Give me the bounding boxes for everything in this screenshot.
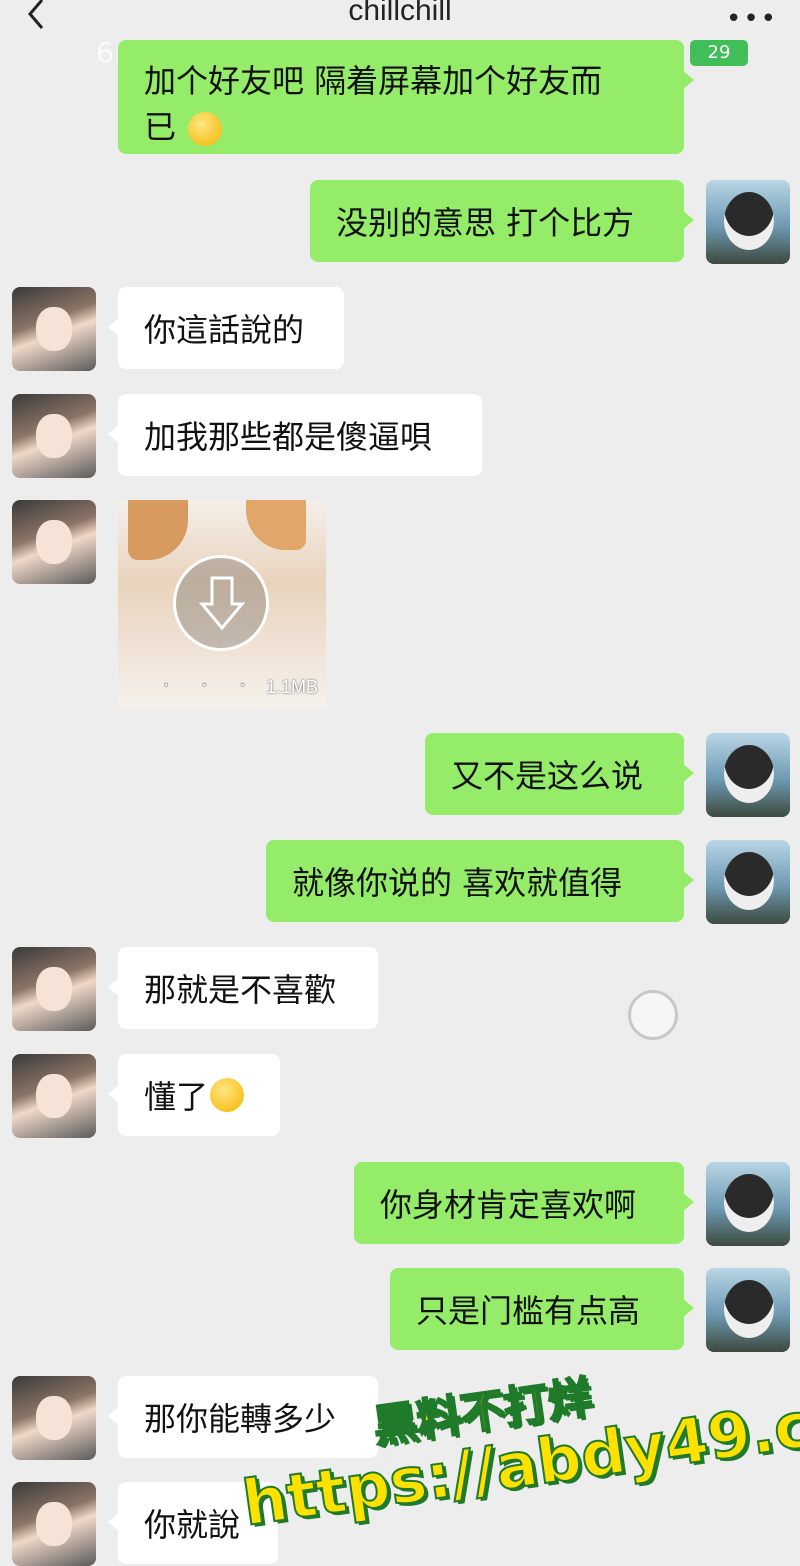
floating-assist-icon[interactable]	[628, 990, 678, 1040]
message-bubble-sent[interactable]: 又不是这么说	[425, 733, 694, 815]
message-bubble-sent[interactable]: 只是门槛有点高	[390, 1268, 694, 1350]
more-options-icon[interactable]: •••	[726, 4, 778, 34]
message-text: 懂了	[144, 1078, 209, 1116]
message-bubble-received[interactable]: 那就是不喜歡	[108, 947, 378, 1029]
message-bubble-sent[interactable]: 你身材肯定喜欢啊	[354, 1162, 694, 1244]
message-text: 加个好友吧 隔着屏幕加个好友而	[144, 62, 603, 100]
message-text: 那你能轉多少	[144, 1400, 337, 1438]
message-text: 加我那些都是傻逼唄	[144, 418, 433, 456]
contact-avatar[interactable]	[12, 1482, 96, 1566]
download-icon[interactable]	[173, 555, 269, 651]
message-bubble-sent[interactable]: 加个好友吧 隔着屏幕加个好友而 已	[118, 40, 694, 154]
my-avatar[interactable]	[706, 733, 790, 817]
message-text: 你就說	[144, 1506, 241, 1544]
message-text: 你這話說的	[144, 311, 305, 349]
my-avatar[interactable]	[706, 1162, 790, 1246]
chat-title: chillchill	[348, 0, 452, 27]
chat-header: chillchill •••	[0, 0, 800, 40]
message-text: 已	[144, 108, 177, 146]
contact-avatar[interactable]	[12, 1376, 96, 1460]
message-bubble-received[interactable]: 懂了	[108, 1054, 280, 1136]
message-text: 只是门槛有点高	[416, 1292, 641, 1330]
contact-avatar[interactable]	[12, 1054, 96, 1138]
contact-avatar[interactable]	[12, 287, 96, 371]
message-bubble-received[interactable]: 加我那些都是傻逼唄	[108, 394, 482, 476]
my-avatar[interactable]	[706, 1268, 790, 1352]
my-avatar[interactable]	[706, 180, 790, 264]
my-avatar[interactable]	[706, 840, 790, 924]
file-size-label: 1.1MB	[265, 677, 318, 697]
message-bubble-received[interactable]: 你這話說的	[108, 287, 344, 369]
cat-image-part	[246, 500, 306, 550]
message-text: 没别的意思 打个比方	[336, 204, 635, 242]
wink-emoji-icon	[210, 1078, 245, 1112]
loading-dots-icon: ◦◦◦	[162, 678, 277, 694]
message-bubble-received[interactable]: 那你能轉多少	[108, 1376, 378, 1458]
contact-avatar[interactable]	[12, 394, 96, 478]
media-message[interactable]: ◦◦◦ 1.1MB	[118, 500, 326, 708]
message-text: 又不是这么说	[451, 757, 644, 795]
message-bubble-sent[interactable]: 就像你说的 喜欢就值得	[266, 840, 694, 922]
message-text: 那就是不喜歡	[144, 971, 337, 1009]
cat-image-part	[128, 500, 188, 560]
contact-avatar[interactable]	[12, 500, 96, 584]
message-text: 就像你说的 喜欢就值得	[292, 864, 623, 902]
message-bubble-sent[interactable]: 没别的意思 打个比方	[310, 180, 694, 262]
contact-avatar[interactable]	[12, 947, 96, 1031]
message-text: 你身材肯定喜欢啊	[380, 1186, 637, 1224]
battery-indicator: 29	[690, 40, 748, 66]
laughing-crying-emoji-icon	[188, 112, 223, 146]
